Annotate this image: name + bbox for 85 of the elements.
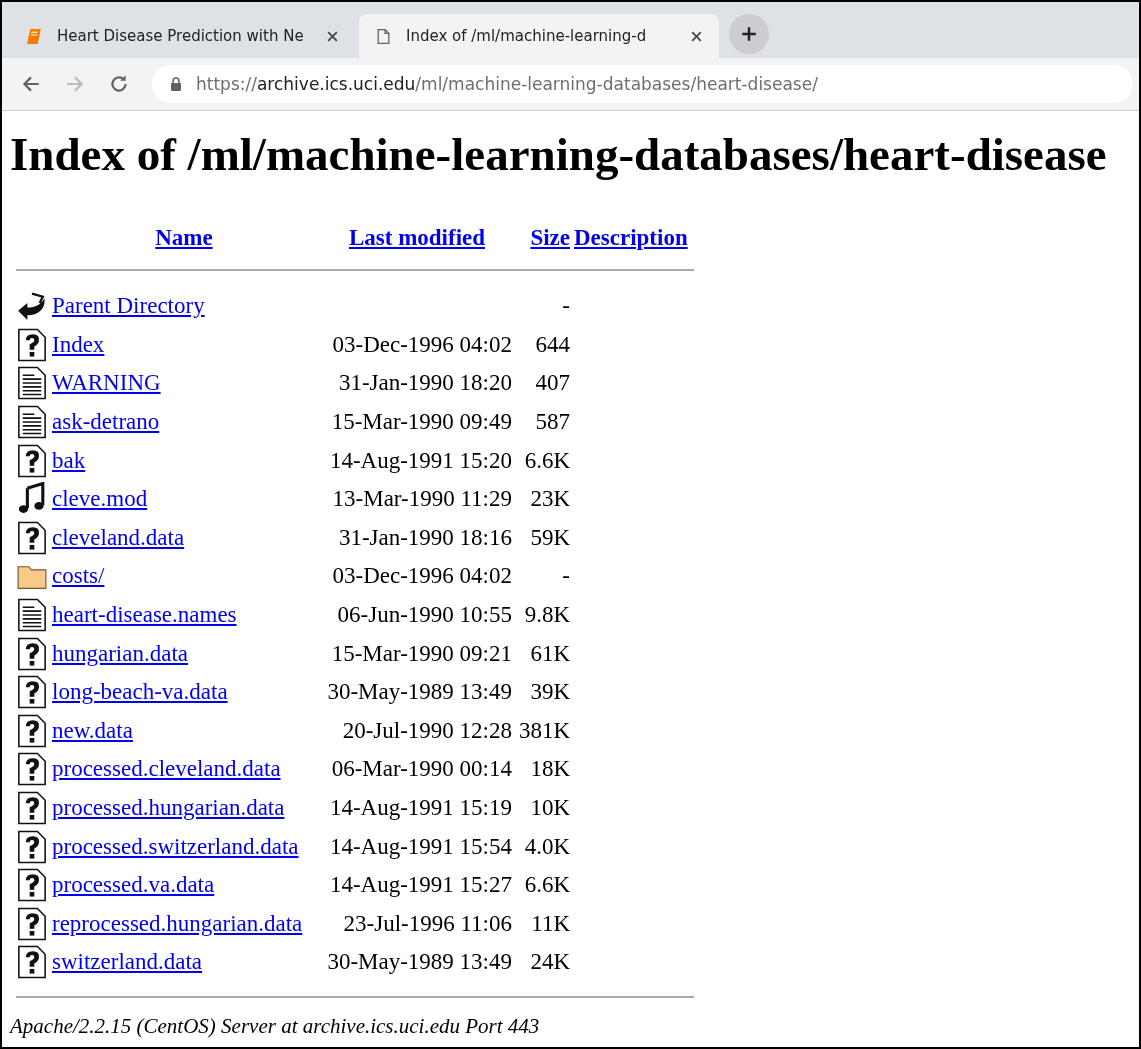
file-size: 4.0K: [524, 833, 570, 860]
modified-date: 13-Mar-1990 11:29: [332, 486, 512, 513]
file-size: 587: [535, 409, 570, 436]
file-link[interactable]: heart-disease.names: [52, 602, 322, 629]
modified-date: 31-Jan-1990 18:16: [338, 524, 512, 551]
column-header-link[interactable]: Last modified: [348, 225, 486, 251]
browser-tab[interactable]: Index of /ml/machine-learning-d: [359, 14, 719, 58]
modified-date: 06-Mar-1990 00:14: [331, 756, 512, 783]
modified-date: 30-May-1989 13:49: [327, 679, 512, 706]
file-size: 59K: [530, 524, 570, 551]
unknown-file-icon: [16, 443, 48, 478]
plus-icon: [740, 25, 758, 43]
file-size: -: [562, 563, 570, 590]
file-link[interactable]: reprocessed.hungarian.data: [52, 910, 322, 937]
file-link[interactable]: processed.hungarian.data: [52, 795, 322, 821]
file-size: 23K: [530, 486, 570, 513]
unknown-file-icon: [16, 945, 48, 980]
file-link[interactable]: WARNING: [52, 370, 322, 397]
close-icon[interactable]: [326, 29, 339, 43]
column-header-link[interactable]: Description: [574, 225, 688, 251]
unknown-file-icon: [16, 520, 48, 555]
server-signature: Apache/2.2.15 (CentOS) Server at archive.ics.uci.edu Port 443: [10, 1013, 541, 1039]
file-size: 61K: [530, 640, 570, 667]
modified-date: 30-May-1989 13:49: [327, 949, 512, 976]
modified-date: 14-Aug-1991 15:19: [329, 795, 512, 821]
reload-icon[interactable]: [108, 73, 130, 95]
file-link[interactable]: Parent Directory: [52, 293, 322, 320]
page-heading: Index of /ml/machine-learning-databases/heart-disease: [10, 127, 1108, 181]
modified-date: 20-Jul-1990 12:28: [342, 717, 512, 744]
file-size: 6.6K: [524, 447, 570, 474]
modified-date: 03-Dec-1996 04:02: [332, 331, 512, 358]
file-link[interactable]: processed.switzerland.data: [52, 833, 322, 860]
file-link[interactable]: processed.va.data: [52, 872, 322, 899]
unknown-file-icon: [16, 906, 48, 941]
file-size: 11K: [531, 910, 570, 937]
file-link[interactable]: hungarian.data: [52, 640, 322, 667]
modified-date: 14-Aug-1991 15:54: [329, 833, 512, 860]
modified-date: 31-Jan-1990 18:20: [338, 370, 512, 397]
unknown-file-icon: [16, 327, 48, 362]
new-tab-button[interactable]: [729, 14, 769, 54]
file-link[interactable]: costs/: [52, 563, 322, 590]
file-size: 10K: [530, 795, 570, 821]
file-size: 9.8K: [524, 602, 570, 629]
address-field[interactable]: https://archive.ics.uci.edu/ml/machine-learning-databases/heart-disease/: [152, 65, 1133, 103]
file-size: 18K: [530, 756, 570, 783]
unknown-file-icon: [16, 829, 48, 864]
text-file-icon: [16, 366, 48, 401]
lock-icon: [170, 77, 182, 91]
file-link[interactable]: ask-detrano: [52, 409, 322, 436]
file-size: 381K: [518, 717, 570, 744]
file-size: -: [562, 293, 570, 320]
book-icon: [26, 27, 43, 45]
modified-date: 06-Jun-1990 10:55: [337, 602, 512, 629]
browser-tab[interactable]: Heart Disease Prediction with Ne: [10, 14, 355, 58]
modified-date: 14-Aug-1991 15:27: [329, 872, 512, 899]
file-link[interactable]: switzerland.data: [52, 949, 322, 976]
file-size: 644: [535, 331, 570, 358]
column-header-link[interactable]: Size: [530, 225, 570, 251]
file-size: 407: [535, 370, 570, 397]
file-size: 6.6K: [524, 872, 570, 899]
unknown-file-icon: [16, 675, 48, 710]
file-link[interactable]: cleveland.data: [52, 524, 322, 551]
modified-date: 14-Aug-1991 15:20: [329, 447, 512, 474]
text-file-icon: [16, 405, 48, 440]
text-file-icon: [16, 598, 48, 633]
unknown-file-icon: [16, 713, 48, 748]
file-link[interactable]: cleve.mod: [52, 486, 322, 513]
unknown-file-icon: [16, 752, 48, 787]
file-link[interactable]: Index: [52, 331, 322, 358]
unknown-file-icon: [16, 791, 48, 825]
modified-date: 15-Mar-1990 09:49: [331, 409, 512, 436]
modified-date: 03-Dec-1996 04:02: [332, 563, 512, 590]
file-size: 39K: [530, 679, 570, 706]
unknown-file-icon: [16, 636, 48, 671]
file-link[interactable]: bak: [52, 447, 322, 474]
file-link[interactable]: long-beach-va.data: [52, 679, 322, 706]
file-link[interactable]: processed.cleveland.data: [52, 756, 322, 783]
column-header-link[interactable]: Name: [155, 225, 213, 251]
modified-date: 23-Jul-1996 11:06: [343, 910, 512, 937]
close-icon[interactable]: [690, 29, 703, 43]
page-icon: [375, 27, 392, 45]
file-size: 24K: [530, 949, 570, 976]
unknown-file-icon: [16, 868, 48, 903]
file-link[interactable]: new.data: [52, 717, 322, 744]
modified-date: 15-Mar-1990 09:21: [331, 640, 512, 667]
